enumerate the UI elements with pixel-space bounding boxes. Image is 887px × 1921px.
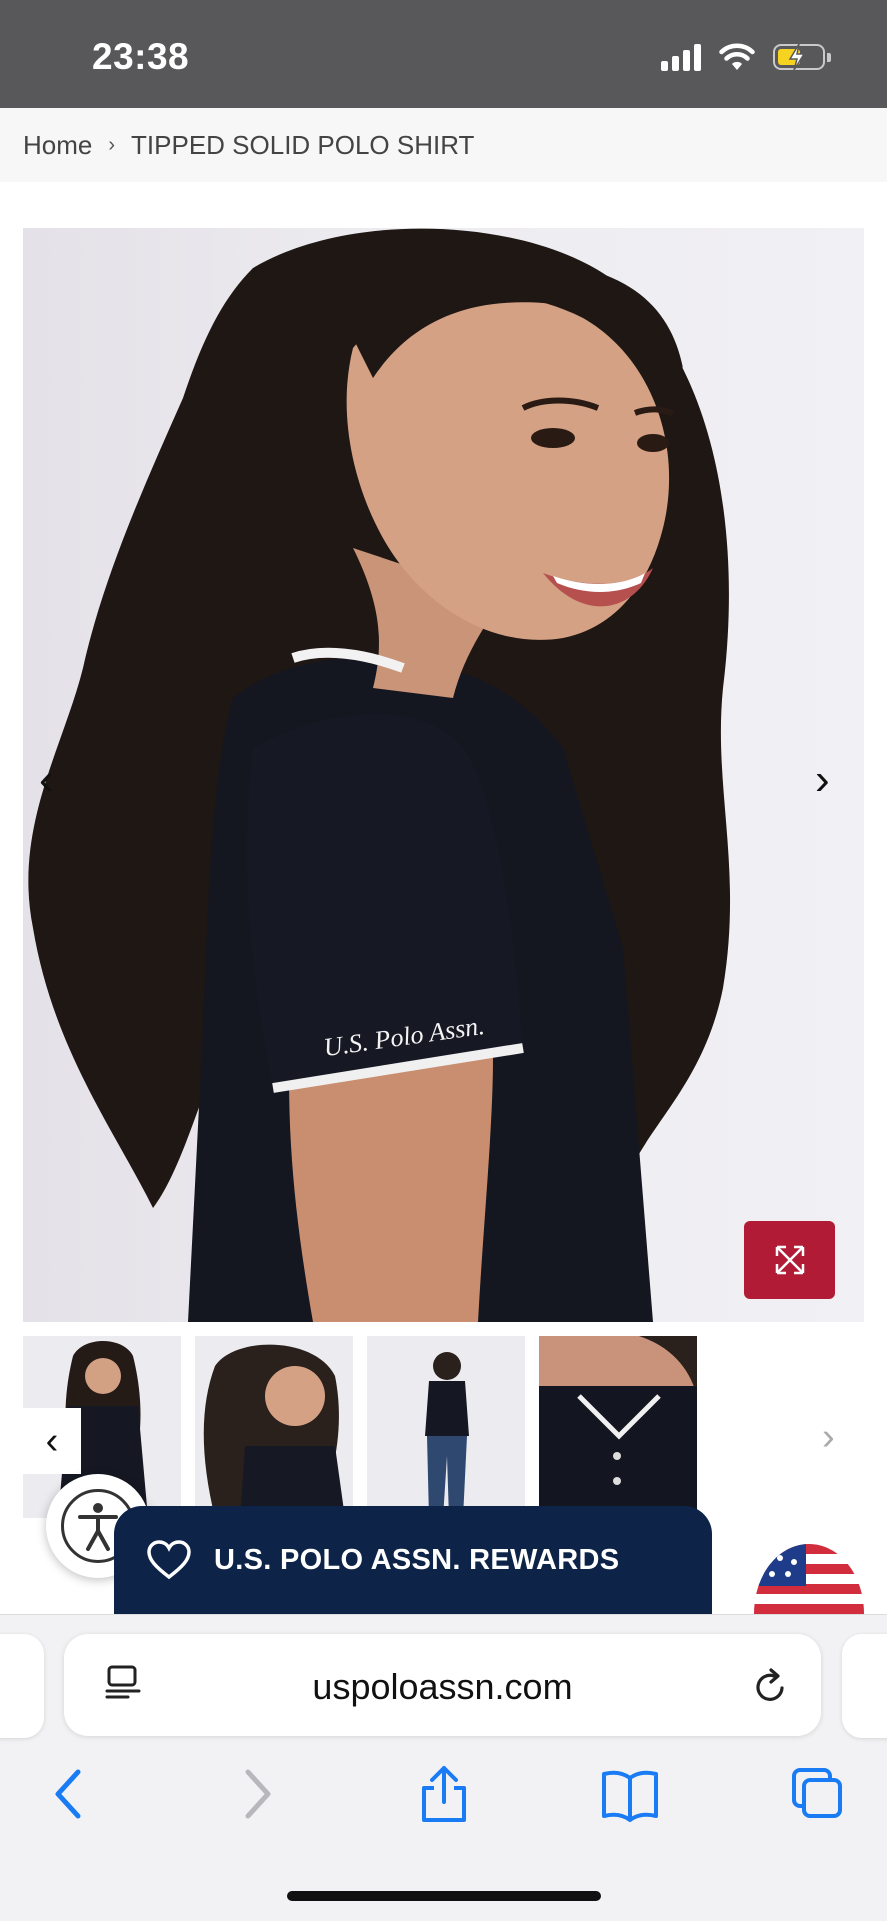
- bookmarks-button[interactable]: [600, 1764, 660, 1824]
- breadcrumb-separator: ›: [108, 133, 116, 156]
- previous-tab-card[interactable]: [0, 1634, 44, 1738]
- rewards-banner[interactable]: U.S. POLO ASSN. REWARDS: [114, 1506, 712, 1614]
- country-flag-icon[interactable]: [754, 1544, 864, 1614]
- thumbnail-3[interactable]: [367, 1336, 525, 1518]
- thumbnail-2[interactable]: [195, 1336, 353, 1518]
- expand-image-button[interactable]: [744, 1221, 835, 1299]
- product-main-image[interactable]: U.S. Polo Assn. ‹ ›: [23, 228, 864, 1322]
- breadcrumb-home-link[interactable]: Home: [23, 130, 92, 161]
- thumbnail-next-button[interactable]: ›: [822, 1416, 835, 1459]
- url-text: uspoloassn.com: [312, 1666, 573, 1707]
- battery-icon: [773, 43, 831, 71]
- gallery-next-arrow[interactable]: ›: [815, 758, 830, 802]
- status-icons: [661, 42, 831, 72]
- heart-icon: [147, 1540, 191, 1580]
- home-indicator: [287, 1891, 601, 1901]
- model-photo: U.S. Polo Assn.: [28, 228, 731, 1322]
- forward-button[interactable]: [238, 1764, 278, 1824]
- thumbnail-prev-button[interactable]: ‹: [23, 1408, 81, 1474]
- next-tab-card[interactable]: [842, 1634, 887, 1738]
- breadcrumb-current: TIPPED SOLID POLO SHIRT: [131, 129, 475, 160]
- wifi-icon: [719, 43, 755, 70]
- expand-arrows-icon: [775, 1245, 804, 1275]
- tabs-button[interactable]: [790, 1764, 846, 1824]
- back-button[interactable]: [48, 1764, 88, 1824]
- rewards-label: U.S. POLO ASSN. REWARDS: [214, 1543, 620, 1576]
- gallery-prev-arrow[interactable]: ‹: [39, 758, 54, 802]
- address-bar[interactable]: uspoloassn.com: [64, 1634, 821, 1736]
- share-button[interactable]: [418, 1764, 470, 1824]
- reload-icon[interactable]: [752, 1666, 790, 1706]
- breadcrumb: Home › TIPPED SOLID POLO SHIRT: [0, 108, 887, 182]
- status-time: 23:38: [92, 36, 190, 77]
- status-bar: 23:38: [0, 0, 887, 108]
- cellular-signal-icon: [661, 43, 701, 71]
- thumbnail-4[interactable]: [539, 1336, 697, 1518]
